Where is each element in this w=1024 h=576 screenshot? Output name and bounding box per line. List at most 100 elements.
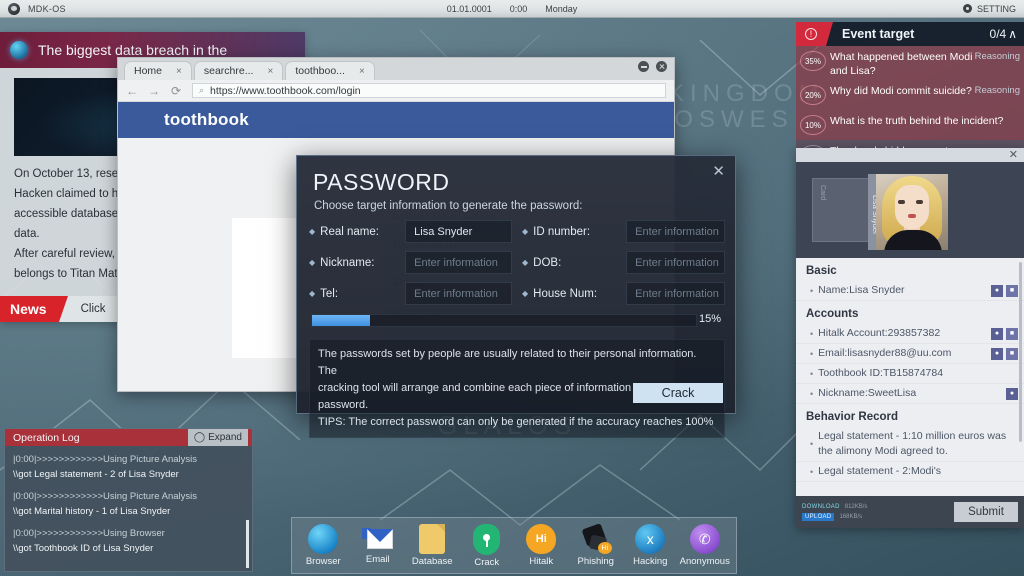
crack-button[interactable]: Crack: [633, 383, 723, 403]
browser-tab-strip: Home × searchre... × toothboo... ×: [118, 58, 674, 80]
pin-icon[interactable]: ●: [1006, 387, 1018, 400]
browser-nav-bar: ← → ⟳ ⌕ https://www.toothbook.com/login: [118, 80, 674, 102]
date-label: 01.01.0001: [446, 3, 492, 14]
bullet-icon: •: [810, 285, 814, 296]
operation-log-header: Operation Log ◯ Expand: [5, 429, 252, 446]
house-num-input[interactable]: Enter information: [626, 282, 725, 305]
submit-button[interactable]: Submit: [954, 502, 1018, 522]
taskbar-app-hitalk[interactable]: Hi Hitalk: [514, 524, 568, 567]
dossier-item[interactable]: • Legal statement - 2:Modi's: [796, 462, 1024, 482]
field-label: Nickname:: [320, 256, 375, 269]
app-label: Email: [365, 554, 390, 565]
field-house-num[interactable]: ◆ House Num: Enter information: [522, 282, 725, 305]
taskbar-app-crack[interactable]: Crack: [460, 523, 514, 568]
info-icon: !: [805, 28, 817, 40]
field-dob[interactable]: ◆ DOB: Enter information: [522, 251, 725, 274]
setting-button[interactable]: SETTING: [962, 4, 1016, 14]
event-tag: Reasoning: [974, 85, 1020, 96]
bullet-icon: ◆: [309, 289, 316, 298]
event-target-item[interactable]: 20% Why did Modi commit suicide? Reasoni…: [796, 80, 1024, 110]
event-target-header: ! Event target 0/4 ∧: [796, 22, 1024, 46]
event-target-item[interactable]: 10% What is the truth behind the inciden…: [796, 110, 1024, 140]
bullet-icon: •: [810, 368, 814, 379]
close-icon[interactable]: ✕: [712, 162, 725, 180]
dob-input[interactable]: Enter information: [626, 251, 725, 274]
field-nickname[interactable]: ◆ Nickname: Enter information: [309, 251, 512, 274]
reload-icon[interactable]: ⟳: [170, 84, 182, 98]
dossier-item[interactable]: • Hitalk Account:293857382 ● ■: [796, 324, 1024, 344]
event-question: Why did Modi commit suicide?: [830, 85, 972, 97]
pin-icon[interactable]: ●: [991, 284, 1003, 297]
dossier-item-text: Nickname:SweetLisa: [818, 387, 917, 399]
browser-tab-toothbook[interactable]: toothboo... ×: [285, 61, 375, 80]
browser-tab-searchre[interactable]: searchre... ×: [193, 61, 284, 80]
taskbar-app-anonymous[interactable]: ✆ Anonymous: [678, 524, 732, 567]
taskbar-app-browser[interactable]: Browser: [296, 524, 350, 567]
bullet-icon: •: [810, 466, 814, 477]
chevron-up-icon[interactable]: ∧: [1008, 27, 1017, 41]
scrollbar[interactable]: [1019, 262, 1022, 442]
back-icon[interactable]: ←: [126, 84, 138, 98]
dossier-item-text: Hitalk Account:293857382: [818, 327, 941, 339]
field-label: Tel:: [320, 287, 339, 300]
bullet-icon: ◆: [522, 289, 529, 298]
close-icon[interactable]: [656, 61, 667, 72]
copy-icon[interactable]: ■: [1006, 347, 1018, 360]
dossier-item-text: Name:Lisa Snyder: [818, 284, 905, 296]
real-name-input[interactable]: Lisa Snyder: [405, 220, 512, 243]
dossier-item-text: Email:lisasnyder88@uu.com: [818, 347, 952, 359]
close-icon[interactable]: ×: [176, 66, 182, 77]
app-label: Browser: [305, 556, 341, 567]
dialog-subtitle: Choose target information to generate th…: [314, 200, 583, 212]
id-number-input[interactable]: Enter information: [626, 220, 725, 243]
taskbar-app-phishing[interactable]: Hi Phishing: [569, 523, 623, 567]
dossier-scroll-area[interactable]: Basic • Name:Lisa Snyder ● ■ Accounts • …: [796, 258, 1024, 496]
copy-icon[interactable]: ■: [1006, 327, 1018, 340]
id-card-thumb: Card: [812, 178, 874, 242]
close-icon[interactable]: ✕: [1009, 148, 1018, 161]
operation-log-body[interactable]: |0:00|>>>>>>>>>>>>Using Picture Analysis…: [5, 446, 252, 568]
browser-tab-home[interactable]: Home ×: [124, 61, 192, 80]
taskbar-app-hacking[interactable]: x Hacking: [623, 524, 677, 567]
pin-icon[interactable]: ●: [991, 327, 1003, 340]
field-label: DOB:: [533, 256, 562, 269]
taskbar-app-database[interactable]: Database: [405, 524, 459, 567]
hitalk-icon: Hi: [526, 524, 557, 554]
search-icon: ⌕: [199, 85, 205, 95]
event-target-item[interactable]: 35% What happened between Modi and Lisa?…: [796, 46, 1024, 80]
eye-logo-icon: [8, 2, 20, 15]
scrollbar[interactable]: [246, 520, 249, 568]
tel-input[interactable]: Enter information: [405, 282, 512, 305]
dossier-item[interactable]: • Name:Lisa Snyder ● ■: [796, 281, 1024, 301]
upload-value: 168KB/s: [839, 513, 863, 520]
bullet-icon: •: [810, 388, 814, 399]
accuracy-percent-label: 15%: [698, 313, 721, 325]
tab-label: Home: [134, 65, 163, 77]
close-icon[interactable]: ×: [359, 66, 365, 77]
bullet-icon: •: [810, 328, 814, 339]
forward-icon[interactable]: →: [148, 84, 160, 98]
field-real-name[interactable]: ◆ Real name: Lisa Snyder: [309, 220, 512, 243]
pin-icon[interactable]: ●: [991, 347, 1003, 360]
event-target-count-group[interactable]: 0/4 ∧: [990, 27, 1017, 41]
taskbar-app-email[interactable]: Email: [351, 526, 405, 565]
log-entry-header: |0:00|>>>>>>>>>>>>Using Browser: [13, 528, 165, 539]
event-tag: [1018, 142, 1024, 145]
event-question: What happened between Modi and Lisa?: [830, 51, 973, 77]
address-bar[interactable]: ⌕ https://www.toothbook.com/login: [192, 83, 666, 98]
dossier-item[interactable]: • Toothbook ID:TB15874784: [796, 364, 1024, 384]
nickname-input[interactable]: Enter information: [405, 251, 512, 274]
copy-icon[interactable]: ■: [1006, 284, 1018, 297]
field-tel[interactable]: ◆ Tel: Enter information: [309, 282, 512, 305]
dossier-item[interactable]: • Nickname:SweetLisa ●: [796, 384, 1024, 404]
minimize-icon[interactable]: [638, 61, 649, 72]
dossier-footer: DOWNLOAD 812KB/s UPLOAD 168KB/s Submit: [796, 496, 1024, 528]
network-stats: DOWNLOAD 812KB/s UPLOAD 168KB/s: [802, 504, 867, 521]
dossier-item[interactable]: • Email:lisasnyder88@uu.com ● ■: [796, 344, 1024, 364]
gear-icon: [962, 4, 972, 13]
expand-button[interactable]: ◯ Expand: [187, 429, 248, 446]
log-entry-result: \\got Marital history - 1 of Lisa Snyder: [13, 506, 171, 517]
close-icon[interactable]: ×: [267, 66, 273, 77]
field-id-number[interactable]: ◆ ID number: Enter information: [522, 220, 725, 243]
dossier-item[interactable]: • Legal statement - 1:10 million euros w…: [796, 427, 1024, 462]
